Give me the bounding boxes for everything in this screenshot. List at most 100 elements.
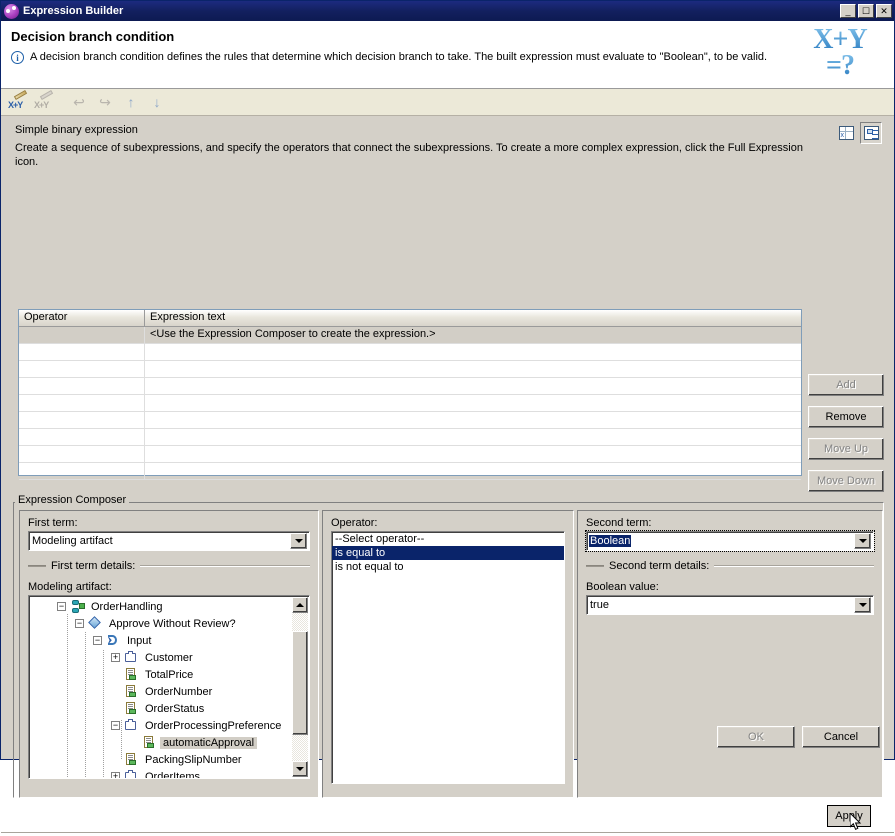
expression-artwork-icon: X+Y =? <box>800 27 880 85</box>
tree-view-icon <box>864 126 879 140</box>
table-row[interactable] <box>19 395 801 412</box>
tree-node-label: OrderNumber <box>142 686 215 698</box>
table-body: <Use the Expression Composer to create t… <box>19 327 801 480</box>
cell-expression-text <box>145 378 801 395</box>
tree-node[interactable]: + OrderItems <box>29 768 292 778</box>
second-term-combo[interactable]: Boolean <box>586 531 874 551</box>
table-row[interactable] <box>19 361 801 378</box>
operator-option[interactable]: --Select operator-- <box>332 532 564 546</box>
cell-operator <box>19 463 145 480</box>
chevron-down-icon[interactable] <box>290 533 307 549</box>
collapse-expander-icon[interactable]: − <box>75 619 84 628</box>
chevron-down-icon[interactable] <box>854 533 871 549</box>
intro-section: Simple binary expression Create a sequen… <box>1 116 894 169</box>
scroll-down-button[interactable] <box>292 761 308 777</box>
edit-expression-icon[interactable]: X+Y <box>7 91 31 113</box>
expression-builder-icon <box>4 4 19 19</box>
decision-icon <box>87 616 103 631</box>
cell-expression-text <box>145 344 801 361</box>
expression-table[interactable]: Operator Expression text <Use the Expres… <box>18 309 802 476</box>
attribute-icon <box>123 701 139 716</box>
page-description: A decision branch condition defines the … <box>30 51 862 64</box>
close-button[interactable]: ✕ <box>876 4 892 18</box>
cell-operator <box>19 395 145 412</box>
full-expression-view-button[interactable] <box>860 122 882 144</box>
business-object-icon <box>123 650 139 665</box>
table-action-buttons: Add Remove Move Up Move Down <box>808 374 884 492</box>
window-controls: _ ☐ ✕ <box>840 4 892 18</box>
tree-node[interactable]: + Customer <box>29 649 292 666</box>
ok-button[interactable]: OK <box>717 726 795 748</box>
move-down-button[interactable]: Move Down <box>808 470 884 492</box>
move-up-button[interactable]: Move Up <box>808 438 884 460</box>
first-term-combo[interactable]: Modeling artifact <box>28 531 310 551</box>
first-term-details-label: First term details: <box>51 560 135 572</box>
second-term-details-group: Second term details: <box>586 560 874 572</box>
cell-operator <box>19 361 145 378</box>
boolean-value-combo[interactable]: true <box>586 595 874 615</box>
tree-node[interactable]: TotalPrice <box>29 666 292 683</box>
chevron-down-icon[interactable] <box>854 597 871 613</box>
operator-option-selected[interactable]: is equal to <box>332 546 564 560</box>
tree-node-label: OrderHandling <box>88 601 166 613</box>
table-row[interactable] <box>19 446 801 463</box>
apply-button[interactable]: Apply <box>827 805 871 827</box>
tree-node-label: Input <box>124 635 154 647</box>
cell-operator <box>19 378 145 395</box>
expression-toolbar: X+Y X+Y ↩ ↪ ↑ ↓ <box>1 89 894 116</box>
collapse-expander-icon[interactable]: − <box>57 602 66 611</box>
boolean-value: true <box>587 599 854 611</box>
move-down-icon: ↓ <box>145 91 169 113</box>
table-row[interactable] <box>19 378 801 395</box>
tree-node[interactable]: OrderNumber <box>29 683 292 700</box>
tree-node[interactable]: − Approve Without Review? <box>29 615 292 632</box>
attribute-icon <box>123 667 139 682</box>
page-banner: Decision branch condition i A decision b… <box>1 21 894 89</box>
second-term-label: Second term: <box>586 517 874 529</box>
close-icon: ✕ <box>877 5 891 17</box>
grid-view-icon: x <box>839 126 854 140</box>
input-icon <box>105 633 121 648</box>
scroll-up-button[interactable] <box>292 597 308 613</box>
window-title: Expression Builder <box>23 5 840 17</box>
expand-expander-icon[interactable]: + <box>111 772 120 778</box>
tree-node[interactable]: − Input <box>29 632 292 649</box>
table-row[interactable]: <Use the Expression Composer to create t… <box>19 327 801 344</box>
tree-node-label: OrderItems <box>142 771 203 779</box>
table-row[interactable] <box>19 429 801 446</box>
cell-operator <box>19 446 145 463</box>
table-row[interactable] <box>19 463 801 480</box>
column-header-expression-text[interactable]: Expression text <box>145 310 801 327</box>
redo-icon: ↪ <box>93 91 117 113</box>
table-row[interactable] <box>19 412 801 429</box>
first-term-value: Modeling artifact <box>29 535 290 547</box>
column-header-operator[interactable]: Operator <box>19 310 145 327</box>
dialog-footer: OK Cancel <box>1 715 894 759</box>
minimize-button[interactable]: _ <box>840 4 856 18</box>
process-icon <box>69 599 85 614</box>
table-header: Operator Expression text <box>19 310 801 327</box>
collapse-expander-icon[interactable]: − <box>93 636 102 645</box>
cell-expression-text: <Use the Expression Composer to create t… <box>145 327 801 344</box>
remove-button[interactable]: Remove <box>808 406 884 428</box>
move-up-icon: ↑ <box>119 91 143 113</box>
footer-separator <box>1 832 894 836</box>
maximize-icon: ☐ <box>859 5 873 17</box>
info-icon: i <box>11 51 24 64</box>
page-title: Decision branch condition <box>11 29 884 44</box>
mouse-cursor <box>850 813 862 832</box>
second-term-details-label: Second term details: <box>609 560 709 572</box>
simple-expression-view-button[interactable]: x <box>835 122 857 144</box>
cell-operator <box>19 344 145 361</box>
table-row[interactable] <box>19 344 801 361</box>
add-button[interactable]: Add <box>808 374 884 396</box>
maximize-button[interactable]: ☐ <box>858 4 874 18</box>
modeling-artifact-label: Modeling artifact: <box>28 581 310 593</box>
clear-expression-icon: X+Y <box>33 91 57 113</box>
operator-option[interactable]: is not equal to <box>332 560 564 574</box>
cancel-button[interactable]: Cancel <box>802 726 880 748</box>
tree-node[interactable]: − OrderHandling <box>29 598 292 615</box>
expand-expander-icon[interactable]: + <box>111 653 120 662</box>
operator-label: Operator: <box>331 517 565 529</box>
cell-expression-text <box>145 429 801 446</box>
